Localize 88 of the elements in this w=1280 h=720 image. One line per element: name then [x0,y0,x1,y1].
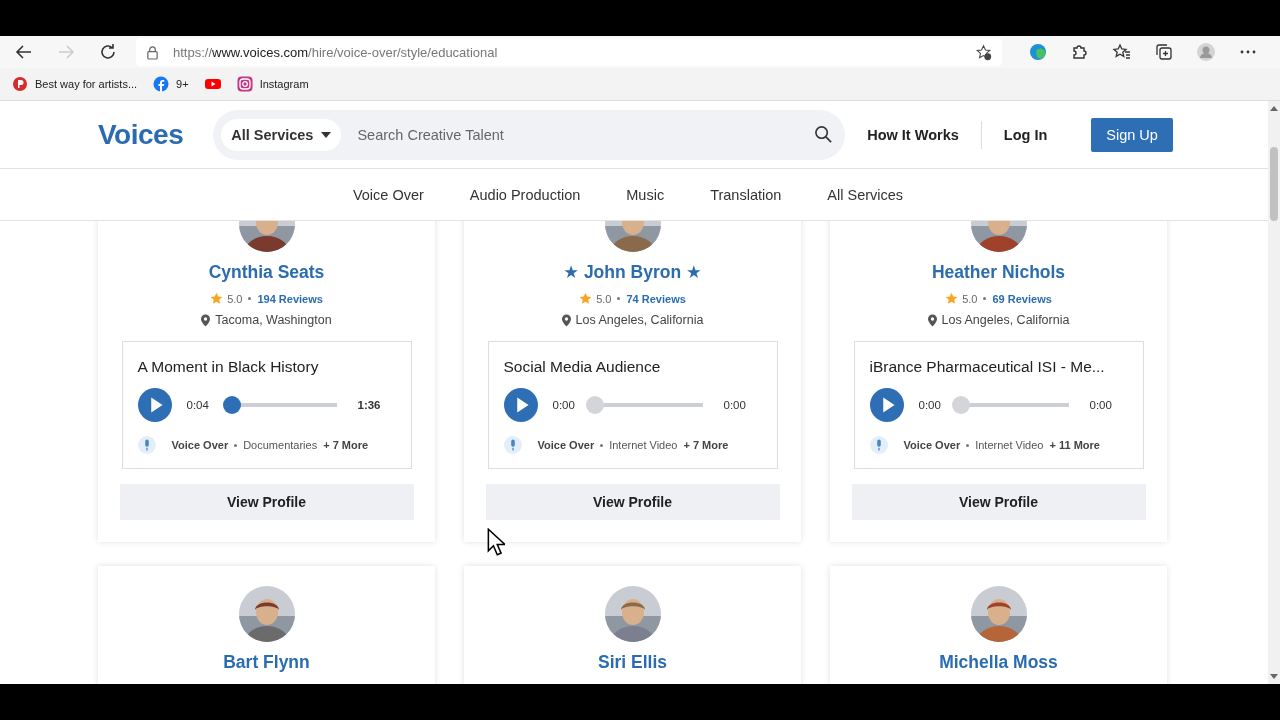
reviews-link[interactable]: 69 Reviews [992,292,1052,305]
view-profile-button[interactable]: View Profile [119,484,414,520]
star-icon [579,292,593,305]
separator-dot [248,297,252,300]
play-button[interactable] [137,388,172,422]
progress-thumb[interactable] [585,396,604,414]
bookmark[interactable]: 9+ [153,76,189,92]
location-text: Los Angeles, California [941,313,1070,327]
more-link[interactable]: + 11 More [1049,439,1100,451]
bookmark-icon [12,76,28,92]
duration-time: 0:00 [723,399,747,411]
progress-thumb[interactable] [951,396,970,414]
scroll-thumb[interactable] [1270,147,1278,221]
separator-dot [617,297,621,300]
talent-name[interactable]: Bart Flynn [223,652,310,673]
instagram-icon [236,76,253,92]
nav-link[interactable]: All Services [827,186,904,203]
scrollbar[interactable] [1268,101,1280,684]
nav-link[interactable]: Translation [710,186,782,203]
demo-title: A Moment in Black History [137,358,320,376]
separator-dot [234,443,238,447]
more-link[interactable]: + 7 More [323,439,369,451]
star-icon [945,292,959,305]
progress-thumb[interactable] [223,396,242,414]
subcategory-text: Internet Video [975,439,1044,451]
nav-link[interactable]: Music [626,186,665,203]
talent-name[interactable]: Cynthia Seats [208,262,325,283]
subcategory-text: Documentaries [243,439,318,451]
edge-icon[interactable] [1028,42,1048,62]
talent-name[interactable]: ★ John Byron ★ [563,262,702,283]
extensions-icon[interactable] [1070,42,1090,62]
location-pin-icon [561,313,571,327]
demo-title: Social Media Audience [503,358,662,376]
favorites-icon[interactable] [1112,42,1132,62]
rating-value: 5.0 [227,292,243,305]
duration-time: 1:36 [357,399,382,411]
bookmark[interactable]: Best way for artists... [12,76,138,92]
more-link[interactable]: + 7 More [683,439,729,451]
location-text: Los Angeles, California [575,313,704,327]
scroll-down-icon[interactable] [1270,674,1278,680]
location-text: Tacoma, Washington [215,313,332,327]
services-dropdown[interactable]: All Services [221,118,342,151]
collections-icon[interactable] [1154,42,1174,62]
search-bar[interactable]: All Services Search Creative Talent [213,109,846,160]
talent-name[interactable]: Siri Ellis [597,652,668,673]
category-text: Voice Over [171,439,229,451]
separator-dot [966,443,970,447]
play-button[interactable] [503,388,538,422]
talent-name[interactable]: Heather Nichols [931,262,1066,283]
separator-dot [600,443,604,447]
current-time: 0:00 [918,399,942,411]
how-it-works-link[interactable]: How It Works [867,126,959,143]
duration-time: 0:00 [1089,399,1113,411]
youtube-icon [204,76,221,92]
nav-link[interactable]: Audio Production [469,186,581,203]
rating-value: 5.0 [596,292,612,305]
category-text: Voice Over [903,439,961,451]
reviews-link[interactable]: 194 Reviews [257,292,323,305]
bookmark[interactable]: Instagram [236,76,309,92]
log-in-link[interactable]: Log In [1003,126,1048,143]
current-time: 0:00 [552,399,576,411]
separator-dot [983,297,987,300]
reload-icon[interactable] [98,42,118,62]
facebook-icon [153,76,170,92]
voices-logo[interactable]: Voices [98,118,184,151]
view-profile-button[interactable]: View Profile [851,484,1146,520]
nav-link[interactable]: Voice Over [352,186,424,203]
star-icon [210,292,224,305]
sign-up-button[interactable]: Sign Up [1091,117,1173,152]
profile-icon[interactable] [1196,42,1216,62]
demo-title: iBrance Pharmaceutical ISI - Me... [869,358,1106,376]
current-time: 0:04 [186,399,210,411]
bookmark[interactable] [204,76,221,92]
view-profile-button[interactable]: View Profile [485,484,780,520]
location-pin-icon [201,313,211,327]
search-icon[interactable] [814,125,834,144]
talent-name[interactable]: Michella Moss [939,652,1058,673]
subcategory-text: Internet Video [609,439,678,451]
location-pin-icon [927,313,937,327]
reviews-link[interactable]: 74 Reviews [626,292,686,305]
caret-icon [321,131,332,138]
rating-value: 5.0 [962,292,978,305]
address-bar[interactable]: https://www.voices.com/hire/voice-over/style/educational [136,38,1002,66]
scroll-up-icon[interactable] [1270,105,1278,111]
lock-icon [146,44,159,60]
play-button[interactable] [869,388,904,422]
add-favorite-icon[interactable] [975,43,992,61]
category-text: Voice Over [537,439,595,451]
